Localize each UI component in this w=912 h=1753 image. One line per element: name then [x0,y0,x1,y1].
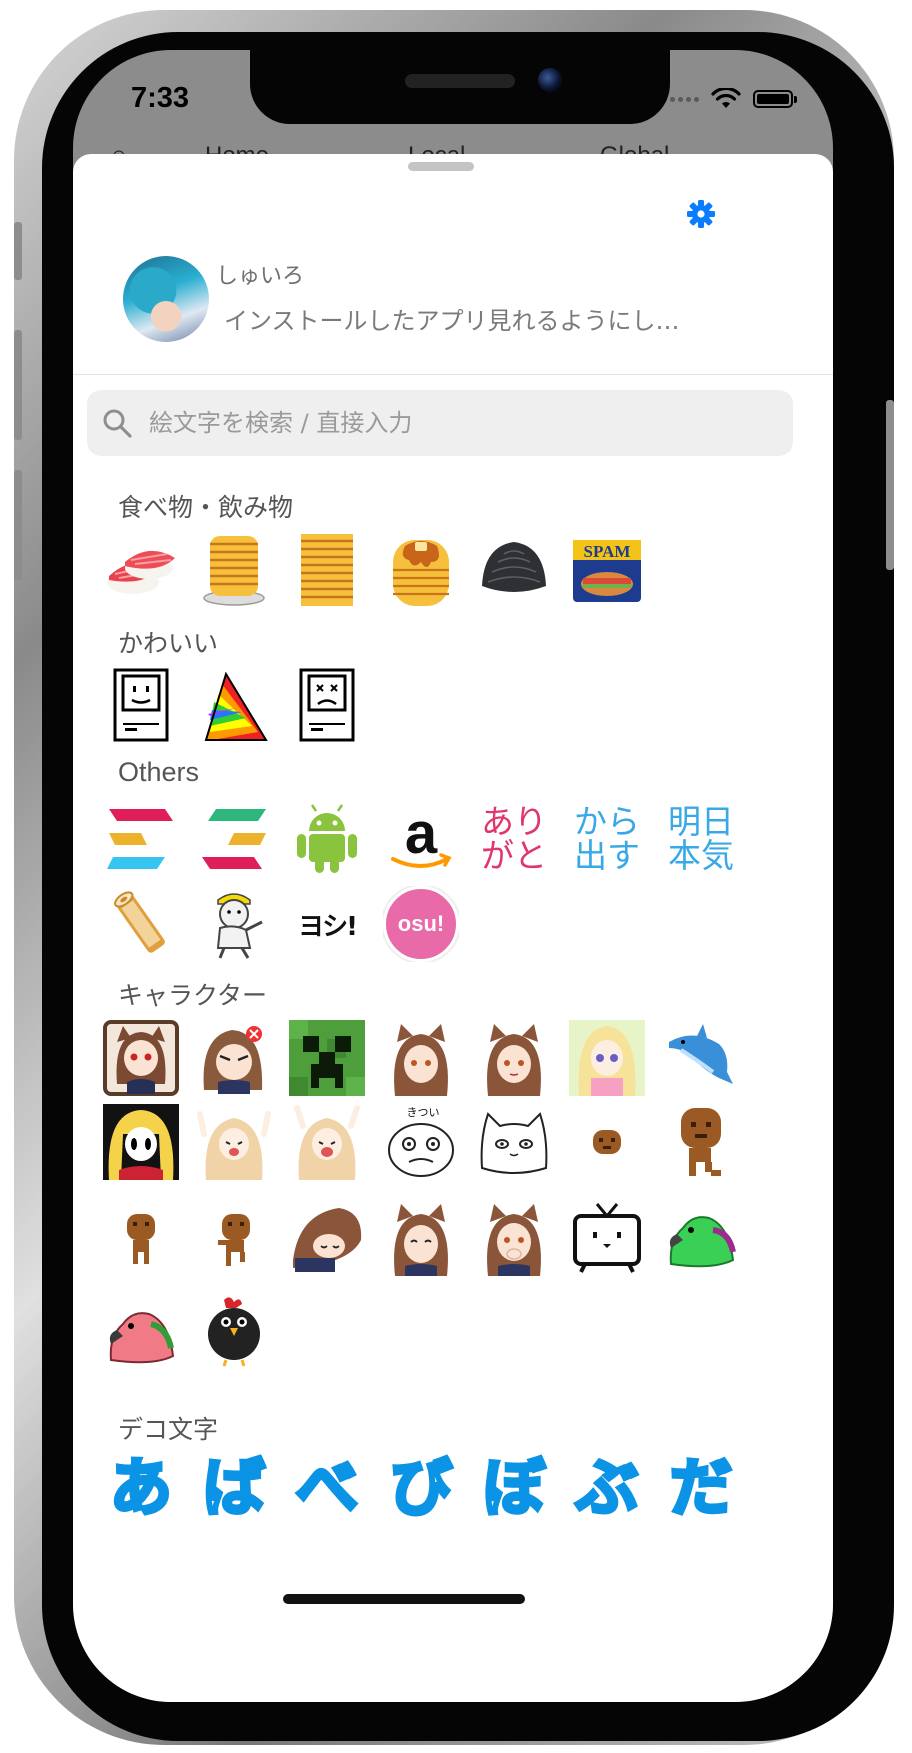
emoji-sad-mac[interactable] [289,668,365,744]
ashita-line-2: 本気 [668,837,734,874]
emoji-black-chicken[interactable] [196,1294,272,1370]
notch [250,50,670,124]
emoji-spam-can[interactable]: SPAM [569,532,645,608]
profile-name: しゅいろ [216,264,305,289]
battery-icon [753,90,797,108]
emoji-pancake-syrup[interactable] [383,532,459,608]
settings-button[interactable] [685,198,717,230]
emoji-cat-ear-girl-2[interactable] [476,1020,552,1096]
emoji-happy-mac[interactable] [103,668,179,744]
emoji-dolphin[interactable] [663,1020,739,1096]
emoji-osu[interactable]: osu! [383,886,459,962]
emoji-ashita-honki[interactable]: 明日 本気 [663,801,739,877]
status-icons [662,88,797,110]
emoji-rainbow-cone[interactable] [196,668,272,744]
emoji-deco-da[interactable]: だ [663,1450,739,1526]
emoji-deco-bi[interactable]: び [383,1450,459,1526]
emoji-deco-a[interactable]: あ [103,1450,179,1526]
divider [73,374,833,375]
emoji-clam[interactable] [476,532,552,608]
category-label-food: 食べ物・飲み物 [118,493,294,522]
emoji-niconico-tv[interactable] [569,1200,645,1276]
emoji-sushi[interactable] [103,532,179,608]
svg-text:a: a [405,801,438,866]
avatar[interactable] [123,256,209,342]
karadasu-line-2: 出す [574,837,640,874]
emoji-karadasu[interactable]: から 出す [569,801,645,877]
emoji-slack-logo-1[interactable] [103,801,179,877]
status-time: 7:33 [131,82,190,114]
emoji-deco-ba[interactable]: ば [196,1450,272,1526]
emoji-deco-bu[interactable]: ぶ [569,1450,645,1526]
emoji-deco-be[interactable]: べ [289,1450,365,1526]
emoji-pixel-potato-walking[interactable] [663,1104,739,1180]
emoji-picker-sheet: しゅいろ インストールしたアプリ見れるようにし… 食べ物・飲み物 [73,154,833,1702]
emoji-cat-ear-girl-1[interactable] [383,1020,459,1096]
kitsui-text: きつい [407,1106,440,1119]
arigato-line-2: がと [481,837,547,874]
arigato-line-1: あり [481,803,547,840]
wifi-icon [711,88,741,108]
power-button [886,400,894,570]
emoji-android[interactable] [289,801,365,877]
emoji-pixel-potato-small[interactable] [103,1200,179,1276]
emoji-pixel-potato[interactable] [569,1104,645,1180]
emoji-kitsui-face[interactable]: きつい [383,1104,459,1180]
emoji-pancake-stack[interactable] [289,532,365,608]
emoji-blonde-girl[interactable] [569,1020,645,1096]
sheet-grabber[interactable] [408,162,474,171]
gear-icon [687,200,715,228]
emoji-white-cat-face[interactable] [476,1104,552,1180]
emoji-amazon[interactable]: a [383,801,459,877]
emoji-angry-anime-girl[interactable] [196,1020,272,1096]
search-input[interactable] [149,390,769,456]
emoji-cat-ear-girl-hand[interactable] [476,1200,552,1276]
category-label-characters: キャラクター [118,981,268,1010]
emoji-deco-bo[interactable]: ぼ [476,1450,552,1526]
ashita-line-1: 明日 [668,803,734,840]
volume-up-button [14,330,22,440]
screen: 7:33 ○ Home Local Global [73,50,833,1702]
emoji-lying-girl[interactable] [289,1200,365,1276]
category-label-cute: かわいい [118,629,219,658]
profile-note[interactable]: インストールしたアプリ見れるようにし… [224,301,680,336]
volume-down-button [14,470,22,580]
mute-switch [14,222,22,280]
search-bar[interactable] [87,390,793,456]
emoji-creeper[interactable] [289,1020,365,1096]
category-label-deco: デコ文字 [118,1415,219,1444]
emoji-genba-neko[interactable] [196,886,272,962]
emoji-pixel-potato-run[interactable] [196,1200,272,1276]
emoji-yoshi[interactable]: ヨシ! [289,886,365,962]
karadasu-line-1: から [574,803,640,840]
emoji-green-parrot[interactable] [663,1200,739,1276]
home-indicator[interactable] [283,1594,525,1604]
emoji-cat-ear-girl-smile[interactable] [383,1200,459,1276]
camera-icon [538,68,562,92]
category-label-others: Others [118,757,200,787]
spam-logo-text: SPAM [584,542,631,561]
emoji-cat-girl-framed[interactable] [103,1020,179,1096]
emoji-pink-parrot[interactable] [103,1294,179,1370]
emoji-blonde-dark-girl[interactable] [103,1104,179,1180]
search-icon [103,409,132,438]
speaker-grille [405,74,515,88]
emoji-cheering-girl-1[interactable] [196,1104,272,1180]
emoji-cheering-girl-2[interactable] [289,1104,365,1180]
emoji-pancake-stack-plate[interactable] [196,532,272,608]
emoji-slack-logo-2[interactable] [196,801,272,877]
emoji-chikuwa[interactable] [103,886,179,962]
emoji-arigato[interactable]: あり がと [476,801,552,877]
